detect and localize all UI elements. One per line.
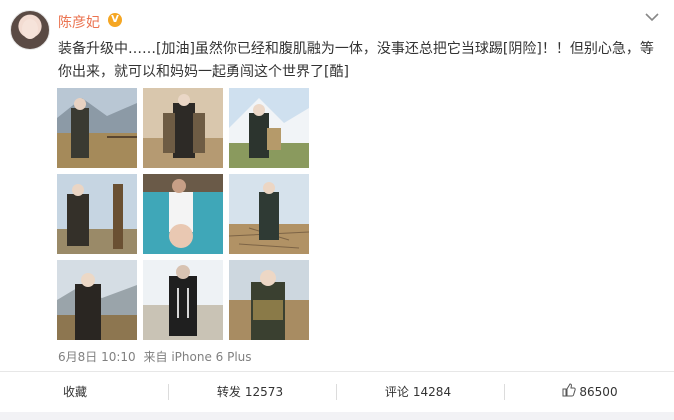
post-source: 来自 iPhone 6 Plus — [143, 350, 252, 364]
avatar-face — [22, 19, 38, 39]
comment-button[interactable]: 评论 14284 — [338, 372, 498, 412]
weibo-post-card: 陈彦妃 V 装备升级中……[加油]虽然你已经和腹肌融为一体，没事还总把它当球踢[… — [0, 0, 674, 420]
repost-label: 转发 — [216, 385, 241, 399]
repost-count: 12573 — [244, 385, 284, 399]
photo-thumbnail[interactable] — [57, 260, 137, 340]
comment-count: 14284 — [412, 385, 452, 399]
like-button[interactable]: 86500 — [506, 372, 674, 412]
post-text: 装备升级中……[加油]虽然你已经和腹肌融为一体，没事还总把它当球踢[阴险]！！但… — [58, 41, 654, 80]
photo-thumbnail[interactable] — [229, 88, 309, 168]
avatar[interactable] — [10, 10, 50, 50]
card-bottom-border — [0, 412, 674, 420]
photo-thumbnail[interactable] — [143, 88, 223, 168]
post-meta: 6月8日 10:10 来自 iPhone 6 Plus — [58, 348, 256, 365]
repost-button[interactable]: 转发 12573 — [170, 372, 330, 412]
chevron-down-icon[interactable] — [644, 8, 660, 22]
action-bar: 收藏 转发 12573 评论 14284 86500 — [0, 372, 674, 412]
photo-thumbnail[interactable] — [229, 260, 309, 340]
verified-badge-icon: V — [108, 13, 122, 27]
favorite-label: 收藏 — [62, 385, 87, 399]
photo-thumbnail[interactable] — [57, 174, 137, 254]
thumbs-up-icon — [562, 373, 577, 413]
action-separator — [504, 384, 505, 400]
favorite-button[interactable]: 收藏 — [0, 372, 150, 412]
action-separator — [336, 384, 337, 400]
comment-label: 评论 — [384, 385, 409, 399]
photo-thumbnail[interactable] — [143, 260, 223, 340]
like-count: 86500 — [579, 385, 618, 399]
username[interactable]: 陈彦妃 — [58, 12, 100, 32]
photo-thumbnail[interactable] — [57, 88, 137, 168]
photo-thumbnail[interactable] — [229, 174, 309, 254]
action-separator — [168, 384, 169, 400]
post-timestamp[interactable]: 6月8日 10:10 — [58, 350, 136, 364]
photo-thumbnail[interactable] — [143, 174, 223, 254]
